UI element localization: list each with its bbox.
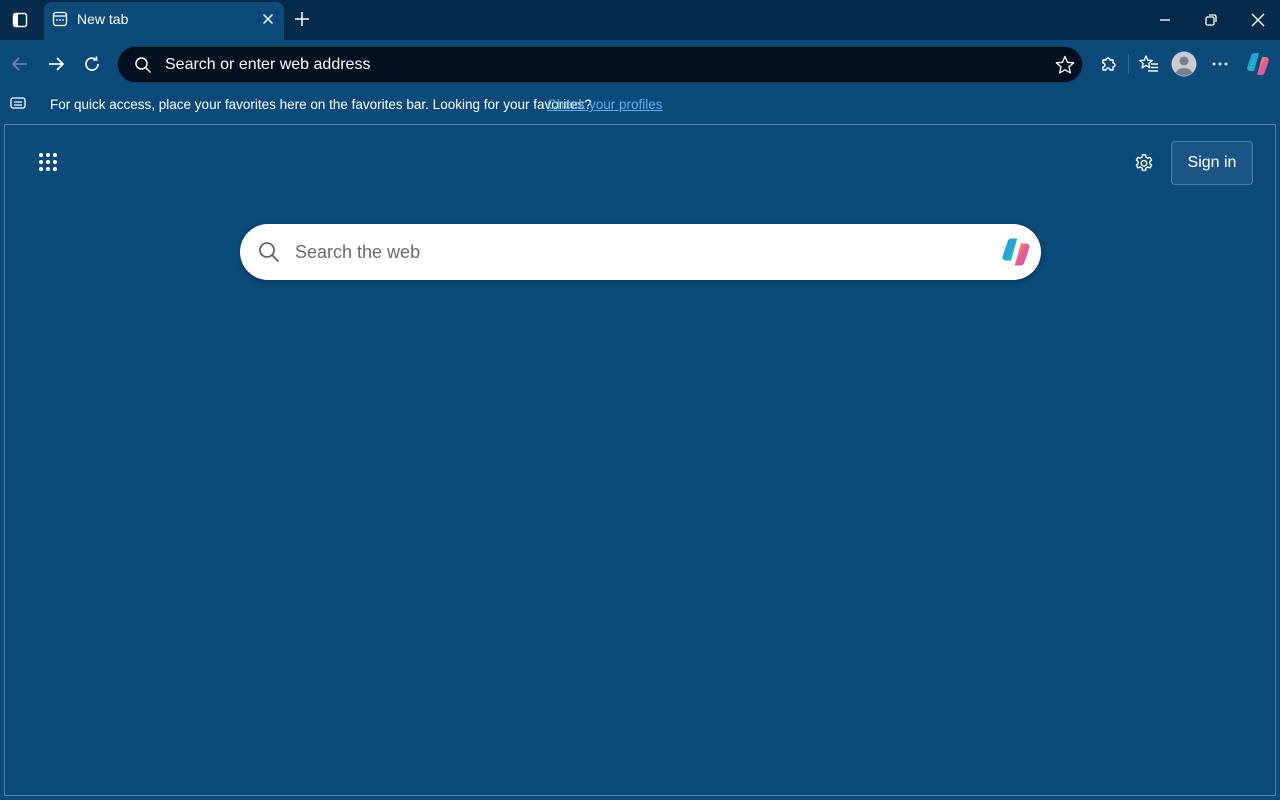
check-your-profiles-link[interactable]: Check your profiles [547,97,663,112]
tab-actions-button[interactable] [6,6,34,34]
sign-in-button[interactable]: Sign in [1171,141,1253,185]
copilot-icon[interactable] [1000,236,1032,268]
profile-button[interactable] [1168,48,1200,80]
close-icon [263,14,273,24]
restore-icon [1205,14,1217,26]
minimize-button[interactable] [1149,6,1181,34]
add-favorite-star-icon[interactable] [1055,55,1075,75]
favorites-icon [1139,55,1158,72]
app-launcher-icon [39,153,57,171]
minimize-icon [1160,19,1170,21]
profile-avatar [1171,51,1197,77]
restore-button[interactable] [1195,6,1227,34]
web-search-box[interactable] [240,224,1041,280]
more-options-button[interactable] [1204,48,1236,80]
close-icon [1251,13,1265,27]
tab-new-tab[interactable]: New tab [44,2,284,40]
favorites-bar-message: For quick access, place your favorites h… [50,97,592,112]
address-input[interactable] [165,54,1035,76]
tab-title: New tab [77,11,129,27]
more-options-icon [1212,62,1228,66]
tab-actions-icon [12,12,28,28]
extensions-button[interactable] [1092,48,1124,80]
gear-icon [1135,154,1153,172]
favorites-bar-icon [10,97,26,109]
back-button[interactable] [4,48,36,80]
extensions-icon [1102,57,1116,71]
arrow-left-icon [11,57,27,71]
web-search-input[interactable] [295,240,985,264]
plus-icon [295,12,309,26]
app-launcher-button[interactable] [34,148,62,176]
arrow-right-icon [49,57,65,71]
address-bar[interactable] [117,46,1083,83]
refresh-icon [85,56,99,71]
new-tab-button[interactable] [288,5,316,33]
close-window-button[interactable] [1242,6,1274,34]
tab-close-button[interactable] [260,11,276,27]
search-icon [259,242,280,263]
copilot-button[interactable] [1242,48,1274,80]
search-icon [135,57,152,74]
refresh-button[interactable] [76,48,108,80]
forward-button[interactable] [40,48,72,80]
favorites-button[interactable] [1133,48,1165,80]
page-settings-button[interactable] [1130,150,1158,178]
new-tab-page-icon [52,11,68,27]
copilot-icon [1247,53,1269,75]
toolbar-divider [1128,54,1129,74]
